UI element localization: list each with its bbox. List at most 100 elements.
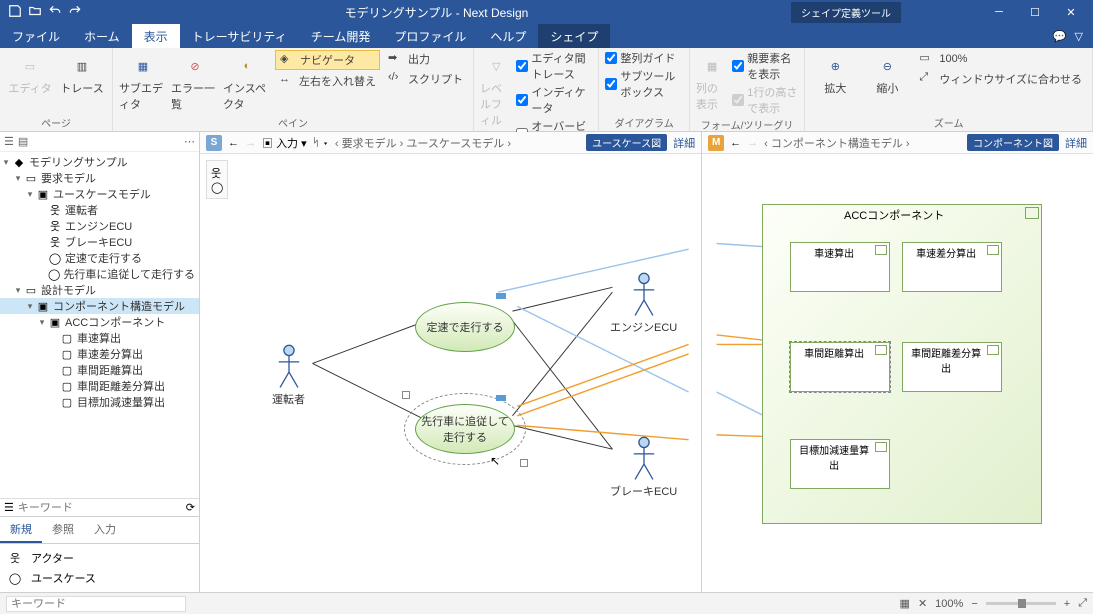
component-speed[interactable]: 車速算出 [790,242,890,292]
indicator-checkbox[interactable]: インディケータ [516,84,592,116]
forward-icon[interactable]: → [245,137,256,149]
tab-traceability[interactable]: トレーサビリティ [180,24,299,48]
tree-acc[interactable]: ▾▣ACCコンポーネント [0,314,199,330]
one-line-height-checkbox[interactable]: 1行の高さで表示 [732,84,798,116]
minimize-button[interactable]: ─ [981,0,1017,24]
level-filter-button[interactable]: ▽レベルフィルタ [480,50,512,144]
tab-help[interactable]: ヘルプ [478,24,538,48]
inspector-button[interactable]: ◐インスペクタ [223,50,271,112]
zoom-in-button[interactable]: ⊕拡大 [811,50,859,96]
script-button[interactable]: ‹/›スクリプト [384,70,467,88]
actor-brake[interactable]: ブレーキECU [610,436,677,499]
tree-icon[interactable]: ☰ [4,135,14,148]
collapse-ribbon-icon[interactable]: ▽ [1075,30,1083,43]
sidebar: ☰ ▤ ⋯ ▾◆モデリングサンプル ▾▭要求モデル ▾▣ユースケースモデル 웃運… [0,132,200,592]
tab-home[interactable]: ホーム [72,24,132,48]
usecase-diagram[interactable]: 웃 ◯ [200,154,701,592]
tab-shape[interactable]: シェイプ [538,24,610,48]
tree-root[interactable]: ▾◆モデリングサンプル [0,154,199,170]
status-view-grid-icon[interactable]: ▦ [900,597,910,610]
tree-actor-brake[interactable]: 웃ブレーキECU [0,234,199,250]
align-guide-checkbox[interactable]: 整列ガイド [605,50,683,66]
status-keyword-input[interactable] [6,596,186,612]
palette-tab-ref[interactable]: 参照 [42,517,84,543]
tree-comp-speeddiff[interactable]: ▢車速差分算出 [0,346,199,362]
palette-tab-new[interactable]: 新規 [0,517,42,543]
input-dropdown[interactable]: ▣ 入力 ▾ [262,135,307,151]
zoom-out-icon[interactable]: − [971,598,977,610]
component-target[interactable]: 目標加減速量算出 [790,439,890,489]
actor-engine[interactable]: エンジンECU [610,272,677,335]
tree-comp-target[interactable]: ▢目標加減速量算出 [0,394,199,410]
tab-view[interactable]: 表示 [132,24,180,48]
model-tree[interactable]: ▾◆モデリングサンプル ▾▭要求モデル ▾▣ユースケースモデル 웃運転者 웃エン… [0,152,199,498]
status-close-icon[interactable]: ✕ [918,597,927,610]
undo-icon[interactable] [48,4,62,21]
subtool-checkbox[interactable]: サブツールボックス [605,68,683,100]
palette-item-actor[interactable]: 웃アクター [8,548,191,568]
tree-comp-distdiff[interactable]: ▢車間距離差分算出 [0,378,199,394]
tree-component-model[interactable]: ▾▣コンポーネント構造モデル [0,298,199,314]
palette-tab-input[interactable]: 入力 [84,517,126,543]
usecase-follow[interactable]: 先行車に追従して走行する [415,404,515,454]
component-diagram[interactable]: ACCコンポーネント 車速算出 車速差分算出 車間距離算出 車間距離差分算出 目… [702,154,1093,592]
subeditor-button[interactable]: ▦サブエディタ [119,50,167,112]
tab-profile[interactable]: プロファイル [382,24,478,48]
tree-select-icon[interactable]: ᛋ ▾ [313,137,329,149]
tree-usecase-follow[interactable]: ◯先行車に追従して走行する [0,266,199,282]
tab-team[interactable]: チーム開発 [299,24,383,48]
page-trace-button[interactable]: ▥トレース [58,50,106,96]
actor-driver[interactable]: 運転者 [272,344,305,407]
close-button[interactable]: ✕ [1053,0,1089,24]
open-icon[interactable] [28,4,42,21]
component-speeddiff[interactable]: 車速差分算出 [902,242,1002,292]
tab-file[interactable]: ファイル [0,24,72,48]
tree-usecase-cruise[interactable]: ◯定速で走行する [0,250,199,266]
tree-req-model[interactable]: ▾▭要求モデル [0,170,199,186]
feedback-icon[interactable]: 💬 [1053,30,1067,43]
component-dist[interactable]: 車間距離算出 [790,342,890,392]
tree-comp-dist[interactable]: ▢車間距離算出 [0,362,199,378]
zoom-fit-icon[interactable]: ⤢ [1078,597,1087,610]
output-button[interactable]: ➡出力 [384,50,467,68]
zoom-100-button[interactable]: ▭100% [915,50,1086,68]
stencil-usecase-icon[interactable]: ◯ [211,181,223,194]
stencil-actor-icon[interactable]: 웃 [211,165,223,181]
tree-comp-speed[interactable]: ▢車速算出 [0,330,199,346]
palette-item-usecase[interactable]: ◯ユースケース [8,568,191,588]
detail-link-right[interactable]: 詳細 [1065,135,1087,151]
column-show-button[interactable]: ▦列の表示 [696,50,728,112]
breadcrumb-right[interactable]: ‹ コンポーネント構造モデル › [764,135,909,151]
show-parent-name-checkbox[interactable]: 親要素名を表示 [732,50,798,82]
zoom-slider[interactable] [986,602,1056,605]
save-icon[interactable] [8,4,22,21]
redo-icon[interactable] [68,4,82,21]
stencil[interactable]: 웃 ◯ [206,160,228,199]
view-badge-usecase[interactable]: ユースケース図 [586,134,667,151]
navigator-button[interactable]: ◈ナビゲータ [275,50,380,70]
breadcrumb-left[interactable]: ‹ 要求モデル › ユースケースモデル › [335,135,511,151]
tree-usecase-model[interactable]: ▾▣ユースケースモデル [0,186,199,202]
zoom-fit-button[interactable]: ⤢ウィンドウサイズに合わせる [915,70,1086,88]
keyword-input[interactable] [18,502,182,514]
detail-link-left[interactable]: 詳細 [673,135,695,151]
zoom-out-button[interactable]: ⊖縮小 [863,50,911,96]
back-icon-r[interactable]: ← [730,137,741,149]
sidebar-menu-icon[interactable]: ⋯ [184,135,195,148]
forward-icon-r[interactable]: → [747,137,758,149]
usecase-cruise[interactable]: 定速で走行する [415,302,515,352]
clear-filter-icon[interactable]: ⟳ [186,501,195,514]
component-distdiff[interactable]: 車間距離差分算出 [902,342,1002,392]
swap-panes-button[interactable]: ↔左右を入れ替え [275,72,380,90]
tree-design-model[interactable]: ▾▭設計モデル [0,282,199,298]
error-list-button[interactable]: ⊘エラー一覧 [171,50,219,112]
page-editor-button[interactable]: ▭エディタ [6,50,54,96]
filter-toggle-icon[interactable]: ▤ [18,135,28,148]
view-badge-component[interactable]: コンポーネント図 [967,134,1059,151]
tree-actor-engine[interactable]: 웃エンジンECU [0,218,199,234]
maximize-button[interactable]: ☐ [1017,0,1053,24]
tree-actor-driver[interactable]: 웃運転者 [0,202,199,218]
back-icon[interactable]: ← [228,137,239,149]
editor-trace-checkbox[interactable]: エディタ間トレース [516,50,592,82]
zoom-in-icon[interactable]: + [1064,598,1070,610]
